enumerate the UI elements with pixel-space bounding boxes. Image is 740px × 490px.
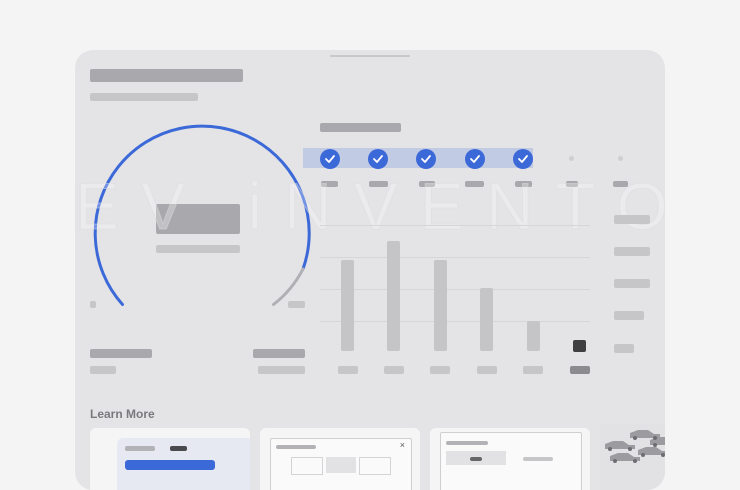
y-axis-label (614, 344, 634, 353)
gauge-min-label (90, 301, 96, 308)
preview-line (125, 446, 155, 451)
panel-subtitle-placeholder (90, 93, 198, 101)
gridline (320, 225, 590, 226)
stat-left-label (90, 366, 116, 374)
watermark-text: EV iNVENTORY (75, 169, 665, 244)
check-icon (518, 155, 528, 163)
chart-title-placeholder (320, 123, 401, 132)
learn-more-card-3[interactable] (430, 428, 590, 490)
dialog-field (326, 457, 356, 473)
step-4-check[interactable] (465, 149, 485, 169)
dialog-field (291, 457, 323, 475)
drag-handle[interactable] (330, 55, 410, 57)
card-dialog-preview: × (270, 438, 412, 490)
chart-bar[interactable] (341, 260, 354, 351)
learn-more-card-4-car-photo[interactable] (600, 424, 665, 490)
step-1-check[interactable] (320, 149, 340, 169)
form-field-label (523, 457, 553, 461)
y-axis-label (614, 279, 650, 288)
form-title (446, 441, 488, 445)
step-5-check[interactable] (513, 149, 533, 169)
learn-more-heading: Learn More (90, 407, 155, 421)
preview-button (125, 460, 215, 470)
chart-bar[interactable] (527, 321, 540, 351)
panel-title-placeholder (90, 69, 243, 82)
learn-more-card-1[interactable] (90, 428, 250, 490)
dialog-title (276, 445, 316, 449)
stat-right-label (258, 366, 305, 374)
step-6-dot[interactable] (569, 156, 574, 161)
gauge-max-label (288, 301, 305, 308)
dialog-field (359, 457, 391, 475)
check-icon (373, 155, 383, 163)
step-7-dot[interactable] (618, 156, 623, 161)
learn-more-card-2[interactable]: × (260, 428, 420, 490)
step-3-check[interactable] (416, 149, 436, 169)
x-axis-label (523, 366, 543, 374)
gauge-arc-remaining (272, 267, 305, 306)
gridline (320, 289, 590, 290)
check-icon (421, 155, 431, 163)
form-field-value (470, 457, 482, 461)
chart-bar[interactable] (434, 260, 447, 351)
x-axis-label (430, 366, 450, 374)
gridline (320, 321, 590, 322)
preview-value (170, 446, 187, 451)
chart-bar[interactable] (480, 288, 493, 351)
close-icon: × (399, 440, 405, 450)
x-axis-label-active (570, 366, 590, 374)
x-axis-label (338, 366, 358, 374)
check-icon (325, 155, 335, 163)
chart-bar[interactable] (387, 241, 400, 351)
car-photo (600, 424, 665, 490)
gauge-label-placeholder (156, 245, 240, 253)
step-2-check[interactable] (368, 149, 388, 169)
gridline (320, 257, 590, 258)
card-form-preview (440, 432, 582, 490)
y-axis-label (614, 311, 644, 320)
stat-right-value (253, 349, 305, 358)
stat-left-value (90, 349, 152, 358)
card-preview (117, 438, 250, 490)
check-icon (470, 155, 480, 163)
ev-inventory-panel: EV iNVENTORY Learn More × (75, 50, 665, 490)
x-axis-label (477, 366, 497, 374)
y-axis-label (614, 215, 650, 224)
current-marker[interactable] (573, 340, 586, 352)
y-axis-label (614, 247, 650, 256)
x-axis-label (384, 366, 404, 374)
